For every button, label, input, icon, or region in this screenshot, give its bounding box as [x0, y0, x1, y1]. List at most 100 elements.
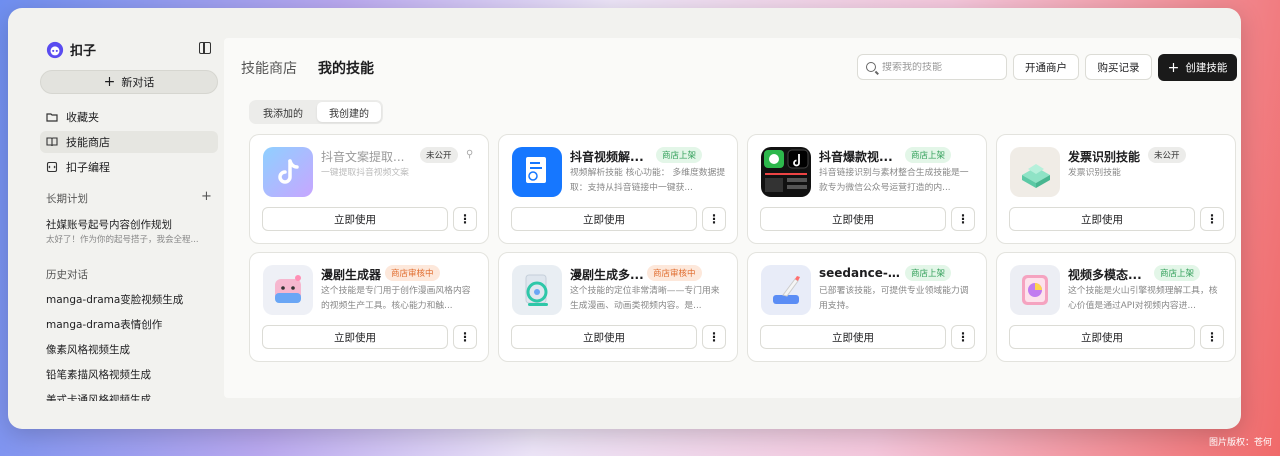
- film-reel-icon: [512, 265, 562, 315]
- sidebar-item-skill-store[interactable]: 技能商店: [40, 131, 218, 153]
- search-icon: [866, 62, 876, 72]
- more-options-icon[interactable]: ⋮: [1200, 207, 1224, 231]
- skill-card-title: 漫剧生成器: [321, 268, 382, 282]
- skill-card-desc: 一键提取抖音视频文案: [321, 168, 409, 178]
- skill-card[interactable]: 抖音文案提取... 未公开 ⚲ 一键提取抖音视频文案 立即使用 ⋮: [249, 134, 489, 244]
- skill-card-desc: 已部署该技能，可提供专业领域能力调用支持。: [819, 286, 969, 311]
- plus-icon: +: [1167, 59, 1180, 76]
- skill-card-title: seedance-vi...: [819, 266, 907, 280]
- seg-added[interactable]: 我添加的: [251, 102, 315, 122]
- history-item[interactable]: 铅笔素描风格视频生成: [46, 367, 216, 382]
- code-icon: [46, 161, 58, 173]
- status-badge: 商店审核中: [385, 265, 440, 281]
- plan-item-subtitle: 太好了！作为你的起号搭子，我会全程...: [46, 235, 199, 245]
- sidebar-item-label: 收藏夹: [66, 111, 99, 124]
- open-merchant-button[interactable]: 开通商户: [1013, 54, 1079, 80]
- more-options-icon[interactable]: ⋮: [951, 325, 975, 349]
- use-now-button[interactable]: 立即使用: [511, 325, 697, 349]
- skill-card-desc: 发票识别技能: [1068, 168, 1121, 178]
- image-credit: 图片版权：苍何: [1208, 438, 1272, 448]
- new-chat-label: 新对话: [121, 76, 155, 89]
- sidebar-item-label: 技能商店: [66, 136, 110, 149]
- history-item[interactable]: manga-drama表情创作: [46, 317, 216, 332]
- use-now-button[interactable]: 立即使用: [760, 325, 946, 349]
- app-window: 扣子 + 新对话 收藏夹 技能商店 扣子编程 长期计划 + 社媒账号起号内容创作…: [8, 8, 1241, 429]
- sidebar-item-favorites[interactable]: 收藏夹: [40, 106, 218, 128]
- skill-card-desc: 这个技能是专门用于创作漫画风格内容的视频生产工具。核心能力和触...: [321, 286, 471, 311]
- create-skill-label: 创建技能: [1185, 62, 1228, 74]
- new-chat-button[interactable]: + 新对话: [40, 70, 218, 94]
- status-badge: 商店上架: [905, 147, 952, 163]
- search-box[interactable]: [857, 54, 1007, 80]
- add-plan-icon[interactable]: +: [201, 189, 212, 204]
- use-now-button[interactable]: 立即使用: [1009, 207, 1195, 231]
- sidebar-item-label: 扣子编程: [66, 161, 110, 174]
- history-item[interactable]: manga-drama变脸视频生成: [46, 292, 216, 307]
- skill-card-desc: 抖音链接识别与素材整合生成技能是一款专为微信公众号运营打造的内...: [819, 168, 969, 193]
- plan-item-title[interactable]: 社媒账号起号内容创作规划: [46, 217, 172, 232]
- tab-my-skills[interactable]: 我的技能: [318, 58, 374, 78]
- purchase-history-button[interactable]: 购买记录: [1085, 54, 1152, 80]
- status-badge: 商店上架: [656, 147, 703, 163]
- use-now-button[interactable]: 立即使用: [760, 207, 946, 231]
- video-analysis-icon: [1010, 265, 1060, 315]
- skill-card-desc: 视频解析技能 核心功能： 多维度数据提取：支持从抖音链接中一键获...: [570, 168, 726, 193]
- more-options-icon[interactable]: ⋮: [951, 207, 975, 231]
- plus-icon: +: [103, 74, 116, 90]
- brand-name: 扣子: [70, 44, 97, 59]
- plans-section-title: 长期计划: [46, 193, 88, 205]
- seg-created[interactable]: 我创建的: [317, 102, 381, 122]
- book-icon: [46, 137, 58, 147]
- skill-card[interactable]: 漫剧生成器 商店审核中 这个技能是专门用于创作漫画风格内容的视频生产工具。核心能…: [249, 252, 489, 362]
- history-item[interactable]: 像素风格视频生成: [46, 342, 216, 357]
- coze-logo-icon: [46, 41, 64, 58]
- use-now-button[interactable]: 立即使用: [1009, 325, 1195, 349]
- search-input[interactable]: [882, 61, 997, 73]
- skill-card-title: 发票识别技能: [1068, 150, 1141, 164]
- tab-skill-store[interactable]: 技能商店: [241, 58, 297, 78]
- status-badge: 商店审核中: [647, 265, 702, 281]
- more-options-icon[interactable]: ⋮: [702, 207, 726, 231]
- folder-icon: [46, 113, 58, 122]
- more-options-icon[interactable]: ⋮: [453, 207, 477, 231]
- tiktok-icon: [263, 147, 313, 197]
- status-badge: 未公开: [1148, 147, 1186, 163]
- main-panel: 技能商店 我的技能 开通商户 购买记录 + 创建技能 我添加的 我创建的 抖音文…: [224, 38, 1241, 398]
- sidebar-toggle-icon[interactable]: [199, 42, 211, 54]
- skill-card-title: 抖音文案提取...: [321, 150, 405, 164]
- brand[interactable]: 扣子: [46, 40, 96, 59]
- sidebar: 扣子 + 新对话 收藏夹 技能商店 扣子编程 长期计划 + 社媒账号起号内容创作…: [8, 8, 224, 429]
- wechat-icon: [761, 147, 811, 197]
- skill-card[interactable]: 抖音视频解... 商店上架 视频解析技能 核心功能： 多维度数据提取：支持从抖音…: [498, 134, 738, 244]
- use-now-button[interactable]: 立即使用: [511, 207, 697, 231]
- status-badge: 商店上架: [1154, 265, 1201, 281]
- skill-card[interactable]: 发票识别技能 未公开 发票识别技能 立即使用 ⋮: [996, 134, 1236, 244]
- skill-card[interactable]: 漫剧生成多... 商店审核中 这个技能的定位非常清晰——专门用来生成漫画、动画类…: [498, 252, 738, 362]
- character-icon: [263, 265, 313, 315]
- skill-card[interactable]: 抖音爆款视... 商店上架 抖音链接识别与素材整合生成技能是一款专为微信公众号运…: [747, 134, 987, 244]
- skill-card[interactable]: seedance-vi... 商店上架 已部署该技能，可提供专业领域能力调用支持…: [747, 252, 987, 362]
- sidebar-item-coze-code[interactable]: 扣子编程: [40, 156, 218, 178]
- create-skill-button[interactable]: + 创建技能: [1158, 54, 1237, 81]
- skill-card-title: 视频多模态...: [1068, 268, 1142, 282]
- more-options-icon[interactable]: ⋮: [453, 325, 477, 349]
- skill-card-desc: 这个技能的定位非常清晰——专门用来生成漫画、动画类视频内容。是...: [570, 286, 720, 311]
- more-options-icon[interactable]: ⋮: [1200, 325, 1224, 349]
- skill-card-title: 抖音爆款视...: [819, 150, 893, 164]
- history-item[interactable]: 美式卡通风格视频生成: [46, 392, 216, 401]
- use-now-button[interactable]: 立即使用: [262, 207, 448, 231]
- use-now-button[interactable]: 立即使用: [262, 325, 448, 349]
- skill-card-title: 漫剧生成多...: [570, 268, 644, 282]
- status-badge: 商店上架: [905, 265, 952, 281]
- pin-icon[interactable]: ⚲: [466, 149, 473, 160]
- skill-card[interactable]: 视频多模态... 商店上架 这个技能是火山引擎视频理解工具，核心价值是通过API…: [996, 252, 1236, 362]
- more-options-icon[interactable]: ⋮: [702, 325, 726, 349]
- skill-card-title: 抖音视频解...: [570, 150, 644, 164]
- skill-card-desc: 这个技能是火山引擎视频理解工具，核心价值是通过API对视频内容进...: [1068, 286, 1218, 311]
- brush-icon: [761, 265, 811, 315]
- history-section-title: 历史对话: [46, 269, 88, 281]
- status-badge: 未公开: [420, 147, 458, 163]
- stamp-icon: [1010, 147, 1060, 197]
- document-icon: [512, 147, 562, 197]
- skill-filter-segmented: 我添加的 我创建的: [249, 100, 383, 124]
